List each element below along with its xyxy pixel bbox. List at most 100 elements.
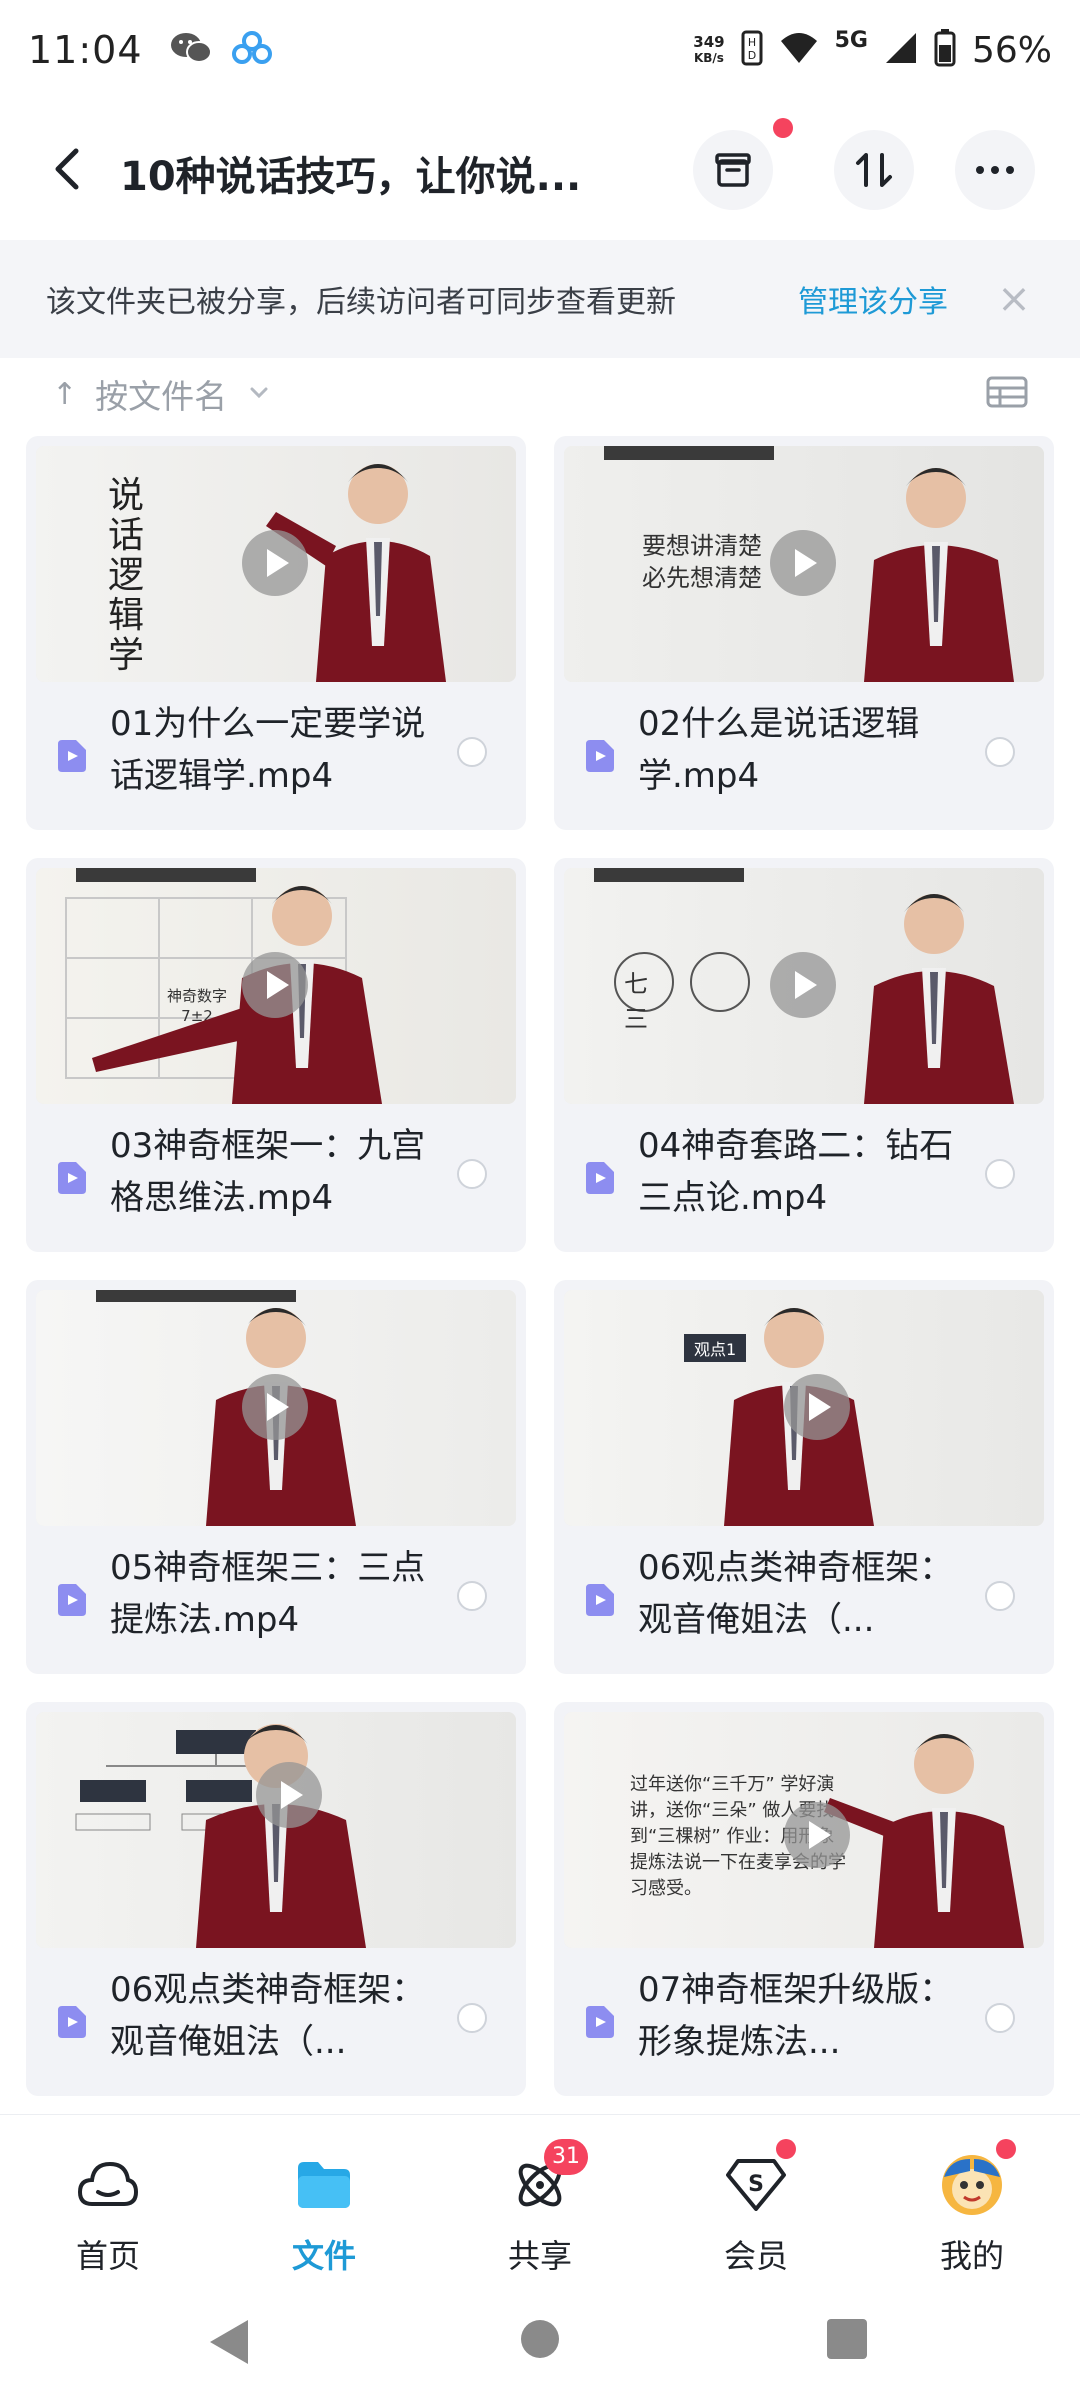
file-card[interactable]: 05神奇框架三：三点提炼法.mp4 — [26, 1280, 526, 1674]
play-icon[interactable] — [784, 1802, 850, 1868]
wechat-icon — [169, 30, 213, 70]
file-name[interactable]: 06观点类神奇框架：观音俺姐法（... — [110, 1964, 450, 2068]
video-thumbnail[interactable] — [36, 1290, 516, 1526]
back-button[interactable] — [40, 142, 94, 196]
play-icon[interactable] — [770, 530, 836, 596]
system-home-icon[interactable] — [519, 2318, 561, 2360]
file-name[interactable]: 02什么是说话逻辑学.mp4 — [638, 698, 978, 802]
sort-order-button[interactable] — [834, 130, 914, 210]
file-name[interactable]: 07神奇框架升级版：形象提炼法... — [638, 1964, 978, 2068]
signal-icon — [884, 31, 918, 69]
select-checkbox[interactable] — [457, 1159, 487, 1189]
video-file-icon — [586, 1162, 614, 1194]
video-thumbnail[interactable] — [36, 1712, 516, 1948]
cloud-app-icon — [231, 30, 273, 70]
select-checkbox[interactable] — [985, 737, 1015, 767]
select-checkbox[interactable] — [457, 2003, 487, 2033]
more-button[interactable] — [955, 130, 1035, 210]
select-checkbox[interactable] — [985, 1581, 1015, 1611]
thumbnail-caption: 说话逻辑学 — [108, 475, 145, 676]
nav-item-home[interactable]: 首页 — [0, 2115, 216, 2284]
battery-percent: 56% — [971, 29, 1052, 71]
file-name[interactable]: 05神奇框架三：三点提炼法.mp4 — [110, 1542, 450, 1646]
select-checkbox[interactable] — [985, 1159, 1015, 1189]
select-checkbox[interactable] — [457, 1581, 487, 1611]
nav-item-files[interactable]: 文件 — [216, 2115, 432, 2284]
nav-label: 首页 — [75, 2237, 140, 2275]
vip-diamond-icon: S — [724, 2139, 796, 2217]
play-icon[interactable] — [784, 1374, 850, 1440]
archive-button[interactable] — [693, 118, 793, 210]
file-name[interactable]: 04神奇套路二：钻石三点论.mp4 — [638, 1120, 978, 1224]
select-checkbox[interactable] — [985, 2003, 1015, 2033]
sort-row: ↑ 按文件名 — [0, 358, 1080, 430]
svg-text:D: D — [747, 49, 755, 62]
video-thumbnail[interactable]: 要想讲清楚 必先想清楚 — [564, 446, 1044, 682]
file-card[interactable]: 神奇数字 7±2 03神奇框架一：九宫格思维法.mp4 — [26, 858, 526, 1252]
file-name[interactable]: 06观点类神奇框架：观音俺姐法（... — [638, 1542, 978, 1646]
thumbnail-caption: 要想讲清楚 必先想清楚 — [642, 532, 762, 592]
sort-direction-icon[interactable]: ↑ — [52, 377, 77, 412]
svg-text:S: S — [748, 2172, 764, 2197]
presenter-image — [196, 1724, 366, 1948]
status-bar: 11:04 349 KB/s HD 5G 56% — [0, 0, 1080, 100]
video-thumbnail[interactable]: 神奇数字 7±2 — [36, 868, 516, 1104]
system-recents-icon[interactable] — [826, 2318, 868, 2360]
manage-share-link[interactable]: 管理该分享 — [798, 277, 948, 321]
video-thumbnail[interactable]: 过年送你“三千万” 学好演讲，送你“三朵” 做人要找到“三棵树” 作业：用形象提… — [564, 1712, 1044, 1948]
archive-icon — [715, 153, 751, 187]
system-back-icon[interactable] — [208, 2318, 250, 2366]
svg-text:H: H — [747, 36, 755, 49]
hd-icon: HD — [741, 30, 763, 70]
system-nav-bar — [0, 2284, 1080, 2400]
sort-arrows-icon — [856, 153, 892, 187]
thumbnail-caption: 七 三 — [624, 970, 688, 1033]
nav-item-vip[interactable]: S 会员 — [648, 2115, 864, 2284]
notification-dot — [996, 2139, 1016, 2159]
page-title: 10种说话技巧，让你说... — [120, 154, 582, 200]
file-card[interactable]: 06观点类神奇框架：观音俺姐法（... — [26, 1702, 526, 2096]
wifi-icon — [779, 31, 819, 69]
notification-dot — [776, 2139, 796, 2159]
avatar — [940, 2139, 1016, 2217]
nav-item-share[interactable]: 31 共享 — [432, 2115, 648, 2284]
play-icon[interactable] — [256, 1762, 322, 1828]
sort-by-dropdown[interactable]: 按文件名 — [95, 370, 227, 418]
presenter-image — [864, 894, 1014, 1104]
play-icon[interactable] — [242, 952, 308, 1018]
share-badge: 31 — [544, 2139, 588, 2175]
file-card[interactable]: 观点1 06观点类神奇框架：观音俺姐法（... — [554, 1280, 1054, 1674]
nav-item-profile[interactable]: 我的 — [864, 2115, 1080, 2284]
nav-label: 共享 — [507, 2237, 572, 2275]
view-mode-toggle-icon[interactable] — [986, 376, 1028, 412]
file-name[interactable]: 01为什么一定要学说话逻辑学.mp4 — [110, 698, 450, 802]
close-banner-button[interactable]: × — [994, 276, 1034, 322]
video-file-icon — [586, 740, 614, 772]
video-file-icon — [586, 2006, 614, 2038]
play-icon[interactable] — [242, 530, 308, 596]
presenter-image — [864, 468, 1014, 682]
video-thumbnail[interactable]: 说话逻辑学 — [36, 446, 516, 682]
nav-label: 会员 — [723, 2237, 788, 2275]
chevron-down-icon[interactable] — [249, 385, 269, 404]
network-type: 5G — [834, 27, 868, 53]
play-icon[interactable] — [770, 952, 836, 1018]
play-icon[interactable] — [242, 1374, 308, 1440]
atom-share-icon: 31 — [508, 2139, 588, 2217]
video-file-icon — [58, 1584, 86, 1616]
nav-label: 文件 — [291, 2237, 356, 2275]
video-thumbnail[interactable]: 七 三 — [564, 868, 1044, 1104]
folder-icon — [292, 2153, 356, 2217]
file-card[interactable]: 要想讲清楚 必先想清楚 02什么是说话逻辑学.mp4 — [554, 436, 1054, 830]
network-speed: 349 KB/s — [693, 33, 725, 65]
file-name[interactable]: 03神奇框架一：九宫格思维法.mp4 — [110, 1120, 450, 1224]
share-banner-text: 该文件夹已被分享，后续访问者可同步查看更新 — [46, 285, 676, 320]
video-file-icon — [58, 1162, 86, 1194]
select-checkbox[interactable] — [457, 737, 487, 767]
file-card[interactable]: 说话逻辑学 01为什么一定要学说话逻辑学.mp4 — [26, 436, 526, 830]
file-card[interactable]: 过年送你“三千万” 学好演讲，送你“三朵” 做人要找到“三棵树” 作业：用形象提… — [554, 1702, 1054, 2096]
nav-label: 我的 — [939, 2237, 1004, 2275]
battery-icon — [934, 29, 956, 71]
video-thumbnail[interactable]: 观点1 — [564, 1290, 1044, 1526]
file-card[interactable]: 七 三 04神奇套路二：钻石三点论.mp4 — [554, 858, 1054, 1252]
